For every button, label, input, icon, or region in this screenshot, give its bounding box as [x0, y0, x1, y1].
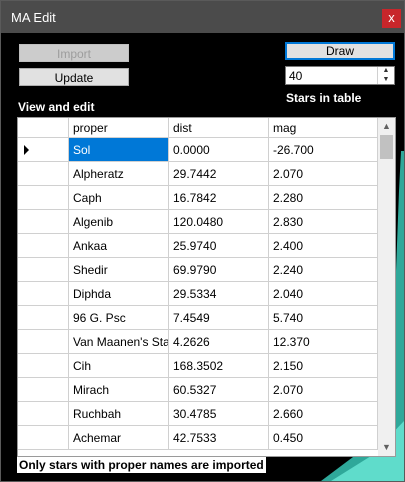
table-row[interactable]: Algenib 120.0480 2.830 — [18, 210, 378, 234]
mag-cell[interactable]: 12.370 — [269, 330, 378, 354]
mag-cell[interactable]: 2.400 — [269, 234, 378, 258]
row-header-corner — [18, 118, 69, 138]
mag-cell[interactable]: 2.150 — [269, 354, 378, 378]
proper-cell[interactable]: Sol — [69, 138, 169, 162]
proper-cell[interactable]: Van Maanen's Star — [69, 330, 169, 354]
row-header[interactable] — [18, 234, 69, 258]
table-row[interactable]: Sol 0.0000 -26.700 — [18, 138, 378, 162]
row-header[interactable] — [18, 354, 69, 378]
stars-count-value[interactable]: 40 — [289, 69, 302, 83]
row-header[interactable] — [18, 162, 69, 186]
dist-cell[interactable]: 120.0480 — [169, 210, 269, 234]
mag-cell[interactable]: 5.740 — [269, 306, 378, 330]
row-header[interactable] — [18, 426, 69, 450]
dist-cell[interactable]: 25.9740 — [169, 234, 269, 258]
mag-cell[interactable]: 0.450 — [269, 426, 378, 450]
mag-cell[interactable]: 2.830 — [269, 210, 378, 234]
scroll-up-icon[interactable]: ▲ — [378, 118, 395, 135]
current-row-marker-icon — [24, 145, 29, 155]
table-row[interactable]: 96 G. Psc 7.4549 5.740 — [18, 306, 378, 330]
column-header-dist[interactable]: dist — [169, 118, 269, 138]
proper-cell[interactable]: Ankaa — [69, 234, 169, 258]
proper-cell[interactable]: Cih — [69, 354, 169, 378]
dist-cell[interactable]: 29.5334 — [169, 282, 269, 306]
mag-cell[interactable]: 2.070 — [269, 162, 378, 186]
mag-cell[interactable]: 2.280 — [269, 186, 378, 210]
table-row[interactable]: Mirach 60.5327 2.070 — [18, 378, 378, 402]
column-header-proper[interactable]: proper — [69, 118, 169, 138]
mag-cell[interactable]: 2.240 — [269, 258, 378, 282]
dist-cell[interactable]: 7.4549 — [169, 306, 269, 330]
mag-cell[interactable]: -26.700 — [269, 138, 378, 162]
spinner-down-icon[interactable]: ▼ — [378, 76, 394, 84]
dist-cell[interactable]: 0.0000 — [169, 138, 269, 162]
row-header[interactable] — [18, 378, 69, 402]
dist-cell[interactable]: 69.9790 — [169, 258, 269, 282]
table-row[interactable]: Achemar 42.7533 0.450 — [18, 426, 378, 450]
proper-cell[interactable]: Alpheratz — [69, 162, 169, 186]
proper-cell[interactable]: 96 G. Psc — [69, 306, 169, 330]
table-row[interactable]: Ruchbah 30.4785 2.660 — [18, 402, 378, 426]
import-button[interactable]: Import — [19, 44, 129, 62]
proper-cell[interactable]: Shedir — [69, 258, 169, 282]
mag-cell[interactable]: 2.040 — [269, 282, 378, 306]
row-header[interactable] — [18, 402, 69, 426]
row-header[interactable] — [18, 210, 69, 234]
dist-cell[interactable]: 16.7842 — [169, 186, 269, 210]
table-row[interactable]: Ankaa 25.9740 2.400 — [18, 234, 378, 258]
row-header[interactable] — [18, 258, 69, 282]
dist-cell[interactable]: 42.7533 — [169, 426, 269, 450]
stars-table[interactable]: proper dist mag Sol 0.0000 -26.700 Alpherat… — [17, 117, 396, 457]
ma-edit-window: MA Edit x Import Update Draw 40 ▲ ▼ Star… — [0, 0, 405, 482]
footer-note: Only stars with proper names are importe… — [17, 457, 266, 473]
scroll-down-icon[interactable]: ▼ — [378, 439, 395, 456]
dist-cell[interactable]: 4.2626 — [169, 330, 269, 354]
proper-cell[interactable]: Diphda — [69, 282, 169, 306]
table-row[interactable]: Alpheratz 29.7442 2.070 — [18, 162, 378, 186]
stars-in-table-label: Stars in table — [286, 91, 362, 105]
dist-cell[interactable]: 168.3502 — [169, 354, 269, 378]
table-row[interactable]: Cih 168.3502 2.150 — [18, 354, 378, 378]
scroll-thumb[interactable] — [380, 135, 393, 159]
mag-cell[interactable]: 2.070 — [269, 378, 378, 402]
proper-cell[interactable]: Algenib — [69, 210, 169, 234]
column-header-mag[interactable]: mag — [269, 118, 378, 138]
table-row[interactable]: Van Maanen's Star 4.2626 12.370 — [18, 330, 378, 354]
proper-cell[interactable]: Mirach — [69, 378, 169, 402]
proper-cell[interactable]: Ruchbah — [69, 402, 169, 426]
dist-cell[interactable]: 30.4785 — [169, 402, 269, 426]
vertical-scrollbar[interactable]: ▲ ▼ — [378, 118, 395, 456]
view-edit-label: View and edit — [18, 100, 95, 114]
row-header[interactable] — [18, 282, 69, 306]
row-header[interactable] — [18, 306, 69, 330]
dist-cell[interactable]: 29.7442 — [169, 162, 269, 186]
proper-cell[interactable]: Caph — [69, 186, 169, 210]
proper-cell[interactable]: Achemar — [69, 426, 169, 450]
row-header[interactable] — [18, 330, 69, 354]
table-row[interactable]: Diphda 29.5334 2.040 — [18, 282, 378, 306]
title-bar[interactable]: MA Edit x — [1, 1, 404, 33]
stars-count-spinner[interactable]: 40 ▲ ▼ — [285, 66, 395, 85]
update-button[interactable]: Update — [19, 68, 129, 86]
table-row[interactable]: Shedir 69.9790 2.240 — [18, 258, 378, 282]
row-header[interactable] — [18, 138, 69, 162]
table-row[interactable]: Caph 16.7842 2.280 — [18, 186, 378, 210]
row-header[interactable] — [18, 186, 69, 210]
window-title: MA Edit — [11, 10, 56, 25]
mag-cell[interactable]: 2.660 — [269, 402, 378, 426]
spinner-arrows[interactable]: ▲ ▼ — [377, 67, 394, 84]
draw-button[interactable]: Draw — [285, 42, 395, 60]
dist-cell[interactable]: 60.5327 — [169, 378, 269, 402]
close-button[interactable]: x — [382, 9, 401, 28]
spinner-up-icon[interactable]: ▲ — [378, 67, 394, 75]
